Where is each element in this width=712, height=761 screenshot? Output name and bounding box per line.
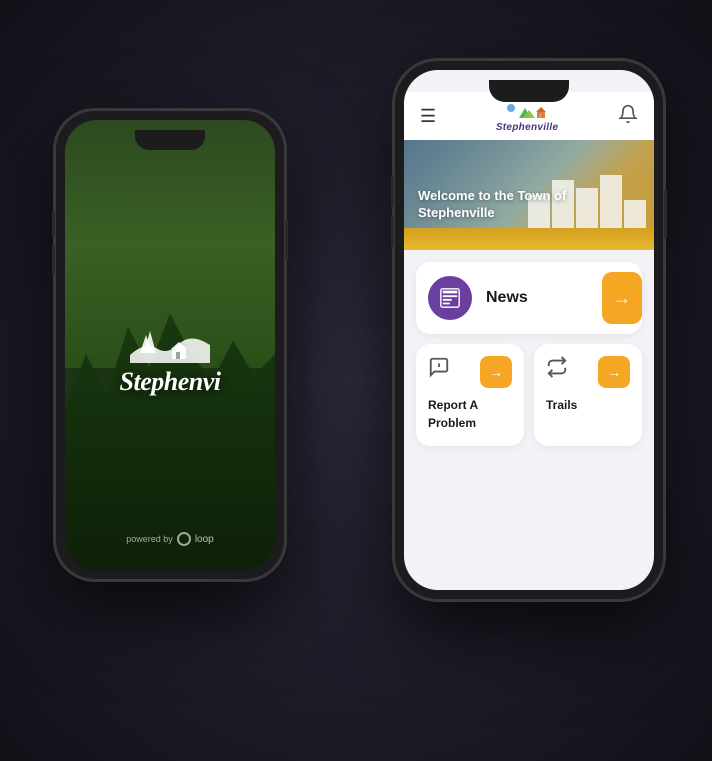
right-phone: ☰ Stephenville [394,60,664,600]
news-icon-wrap [428,276,472,320]
loop-icon [177,532,191,546]
hero-flowers [404,228,654,250]
left-phone-screen: Stephenvi powered by loop [65,120,275,570]
trails-arrow-button[interactable]: → [598,356,630,388]
right-phone-notch [489,80,569,102]
power-button-right [664,190,667,238]
splash-logo-text: Stephenvi [120,367,221,396]
left-phone-notch [135,130,205,150]
trails-label: Trails [546,398,577,412]
trails-card-top: → [546,356,630,388]
report-arrow-button[interactable]: → [480,356,512,388]
left-phone: Stephenvi powered by loop [55,110,285,580]
stephenville-logo-icon [130,323,210,363]
hero-banner: Welcome to the Town of Stephenville [404,140,654,250]
bottom-row: → Report A Problem [416,344,642,446]
news-icon [439,287,461,309]
right-phone-screen: ☰ Stephenville [404,70,654,590]
volume-up-button-left [52,210,55,238]
volume-down-button-right [391,215,394,247]
report-icon [428,356,450,384]
report-card-top: → [428,356,512,388]
report-label: Report A Problem [428,398,478,430]
app-content: News → [404,250,654,458]
news-label: News [486,289,602,307]
trails-card[interactable]: → Trails [534,344,642,446]
stephenville-header-logo [503,100,551,122]
hero-text: Welcome to the Town of Stephenville [418,188,566,222]
notification-bell-icon[interactable] [618,104,638,129]
power-button-left [285,220,288,260]
splash-logo-area: Stephenvi [120,323,221,397]
app-name-label: Stephenville [496,122,559,133]
report-problem-card[interactable]: → Report A Problem [416,344,524,446]
volume-up-button-right [391,175,394,207]
news-arrow-button[interactable]: → [602,272,642,324]
trails-icon [546,356,568,384]
volume-down-button-left [52,246,55,274]
news-card[interactable]: News → [416,262,642,334]
app-logo: Stephenville [496,100,559,133]
splash-screen: Stephenvi powered by loop [65,120,275,570]
powered-by-label: powered by loop [65,532,275,546]
hamburger-icon[interactable]: ☰ [420,107,436,125]
